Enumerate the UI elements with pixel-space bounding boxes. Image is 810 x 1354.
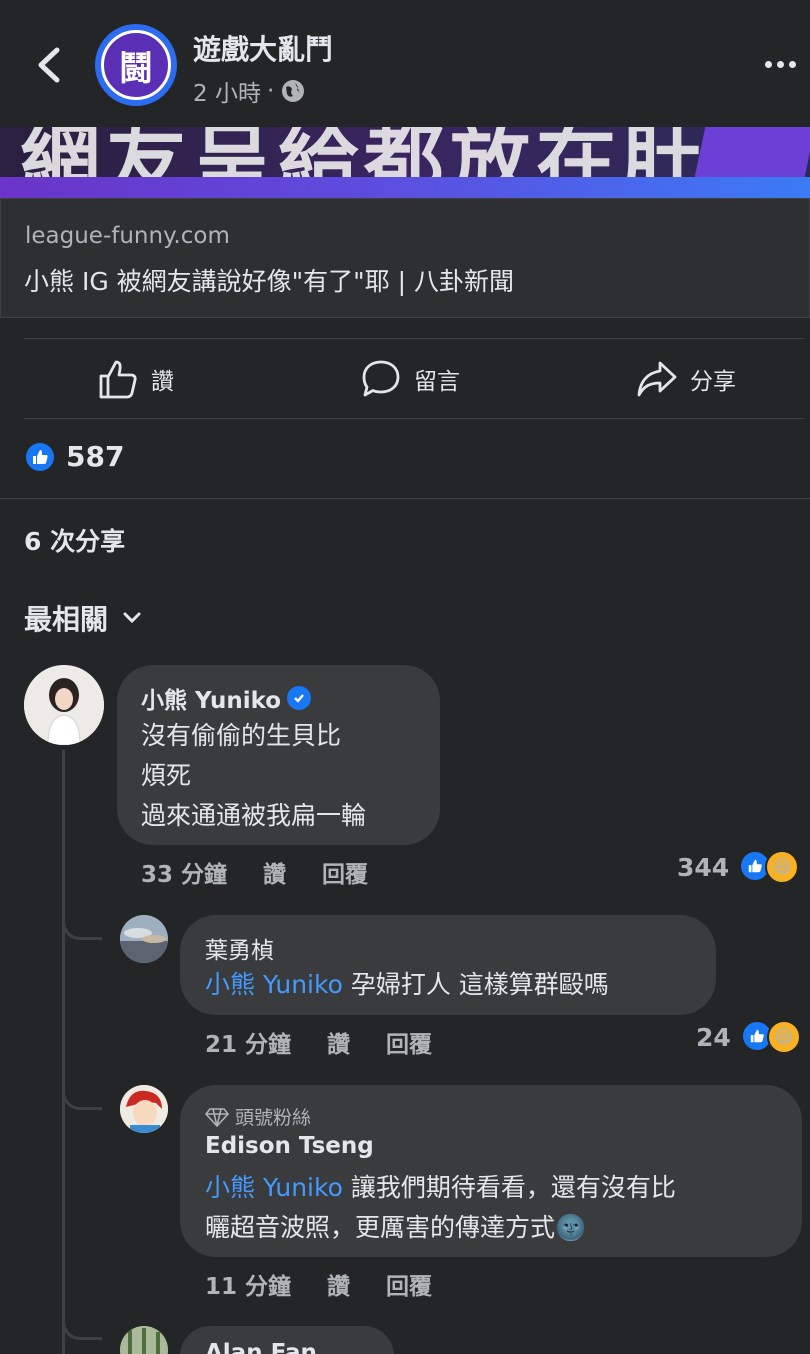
comment-reply-button[interactable]: 回覆	[386, 1267, 432, 1301]
thumbs-up-icon	[99, 360, 137, 399]
divider	[24, 418, 804, 419]
verified-badge-icon	[287, 686, 312, 710]
thread-branch	[62, 1320, 102, 1340]
mention-link[interactable]: 小熊 Yuniko	[205, 970, 343, 999]
top-fan-label: 頭號粉絲	[235, 1107, 312, 1129]
meta-separator: ·	[266, 78, 275, 104]
haha-reaction-icon: 😆	[766, 1020, 801, 1054]
comment-like-button[interactable]: 讚	[327, 1267, 350, 1301]
comment-reactions[interactable]: 344 😆	[677, 850, 800, 884]
new-moon-face-icon: 🌚	[555, 1213, 587, 1242]
globe-icon	[282, 80, 305, 102]
avatar[interactable]	[24, 665, 104, 745]
comment-reactions[interactable]: 24 😆	[696, 1020, 801, 1054]
comment-text: 小熊 Yuniko 讓我們期待看看，還有沒有比	[205, 1168, 676, 1208]
person-photo-icon	[24, 665, 104, 745]
post-meta: 2 小時 ·	[193, 74, 306, 108]
reaction-count: 344	[677, 852, 730, 882]
thread-branch	[62, 1080, 102, 1110]
comment-text-line: 過來通通被我扁一輪	[141, 801, 367, 830]
share-button[interactable]: 分享	[636, 356, 736, 402]
like-reaction-icon	[24, 440, 56, 473]
thread-line	[62, 750, 65, 1354]
avatar[interactable]	[120, 1085, 168, 1133]
avatar[interactable]	[120, 915, 168, 963]
page-name[interactable]: 遊戲大亂鬥	[193, 28, 333, 68]
page-avatar[interactable]: 鬪	[95, 24, 177, 106]
comment-button[interactable]: 留言	[360, 356, 460, 402]
comment-author-name: 小熊 Yuniko	[141, 688, 282, 714]
link-preview[interactable]: league-funny.com	[0, 198, 810, 318]
comment-reply-button[interactable]: 回覆	[322, 855, 368, 889]
likes-count: 587	[66, 440, 125, 473]
comment-author[interactable]: Edison Tseng	[205, 1133, 374, 1159]
link-title[interactable]: 小熊 IG 被網友講說好像"有了"耶 | 八卦新聞	[24, 262, 514, 298]
comment-text-body: 孕婦打人 這樣算群毆嗎	[342, 970, 609, 999]
like-label: 讚	[151, 369, 174, 395]
comment-like-button[interactable]: 讚	[327, 1025, 350, 1059]
comment-text-body: 曬超音波照，更厲害的傳達方式	[205, 1213, 556, 1242]
comment-meta: 21 分鐘 讚 回覆	[205, 1025, 432, 1059]
comment-text-line: 煩死	[141, 761, 192, 790]
comment-label: 留言	[414, 369, 460, 395]
diamond-icon	[205, 1107, 229, 1127]
comment-time[interactable]: 21 分鐘	[205, 1025, 291, 1059]
share-label: 分享	[690, 369, 736, 395]
share-count[interactable]: 6 次分享	[24, 522, 125, 558]
comment-text-body: 讓我們期待看看，還有沒有比	[342, 1173, 676, 1202]
comment-icon	[362, 360, 400, 397]
link-preview-image[interactable]: 網友呈給都放在肚子 鬪	[0, 127, 810, 198]
like-button[interactable]: 讚	[97, 356, 174, 402]
divider	[24, 338, 804, 339]
comment-text-line: 沒有偷偷的生貝比	[141, 721, 342, 750]
comment-meta: 11 分鐘 讚 回覆	[205, 1267, 432, 1301]
top-fan-badge: 頭號粉絲	[205, 1103, 311, 1130]
reaction-count: 24	[696, 1022, 731, 1052]
page-avatar-glyph: 鬪	[101, 30, 171, 100]
cartoon-avatar-icon	[120, 1085, 168, 1133]
comment-author[interactable]: 小熊 Yuniko	[141, 681, 312, 715]
chevron-left-icon	[38, 47, 60, 83]
dot-icon	[776, 60, 784, 68]
comment-time[interactable]: 33 分鐘	[141, 855, 227, 889]
comment-text: 曬超音波照，更厲害的傳達方式🌚	[205, 1208, 586, 1248]
avatar[interactable]	[120, 1326, 168, 1354]
back-button[interactable]	[28, 40, 68, 90]
post-header: 鬪 遊戲大亂鬥 2 小時 ·	[0, 0, 810, 127]
post-time[interactable]: 2 小時	[193, 74, 261, 108]
haha-reaction-icon: 😆	[765, 850, 800, 884]
mention-link[interactable]: 小熊 Yuniko	[205, 1173, 343, 1202]
comment-text: 小熊 Yuniko 孕婦打人 這樣算群毆嗎	[205, 965, 609, 1005]
dot-icon	[788, 60, 796, 68]
thread-branch	[62, 910, 102, 940]
link-domain: league-funny.com	[25, 223, 230, 249]
chevron-down-icon	[123, 612, 141, 624]
comment-author[interactable]: 葉勇楨	[205, 931, 274, 965]
sky-photo-icon	[120, 915, 168, 963]
comment-author[interactable]: Alan Fan	[205, 1340, 317, 1354]
comment-time[interactable]: 11 分鐘	[205, 1267, 291, 1301]
divider	[0, 498, 810, 499]
more-options-button[interactable]	[756, 50, 804, 78]
plant-photo-icon	[120, 1326, 168, 1354]
reaction-summary[interactable]: 587	[24, 440, 124, 473]
comment-meta: 33 分鐘 讚 回覆	[141, 855, 368, 889]
share-arrow-icon	[637, 361, 677, 397]
comment-like-button[interactable]: 讚	[263, 855, 286, 889]
sort-label: 最相關	[24, 603, 109, 636]
comment-reply-button[interactable]: 回覆	[386, 1025, 432, 1059]
banner-stripe	[0, 177, 810, 198]
sort-comments-button[interactable]: 最相關	[24, 598, 142, 638]
dot-icon	[764, 60, 772, 68]
